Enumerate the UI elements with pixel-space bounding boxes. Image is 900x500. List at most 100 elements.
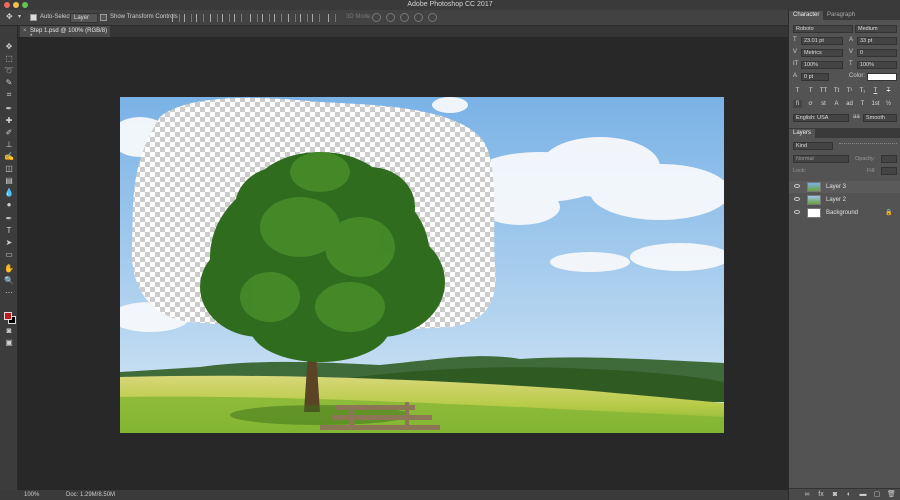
hand-tool-icon[interactable]: ✋ [4,264,14,274]
layer-row[interactable]: Layer 2 [789,194,900,206]
eye-icon[interactable] [794,197,800,201]
distribute-middle-icon[interactable] [262,14,270,22]
titling-alternates-button[interactable]: T [858,100,867,108]
align-right-icon[interactable] [234,14,242,22]
brush-tool-icon[interactable]: ✐ [4,128,14,138]
align-middle-icon[interactable] [184,14,192,22]
layer-filter-icons[interactable] [839,143,897,149]
clone-stamp-tool-icon[interactable]: ⊥ [4,140,14,150]
stylistic-alternates-button[interactable]: ad [845,100,854,108]
baseline-shift-field[interactable]: 0 pt [801,73,829,81]
tab-layers[interactable]: Layers [789,129,816,138]
language-select[interactable]: English: USA [793,114,849,122]
distribute-left-icon[interactable] [288,14,296,22]
superscript-button[interactable]: T¹ [845,87,854,95]
3d-slide-icon[interactable] [414,13,423,22]
auto-select-dropdown[interactable]: Layer [70,13,98,23]
align-left-icon[interactable] [210,14,218,22]
distribute-center-icon[interactable] [300,14,308,22]
new-group-icon[interactable]: ▬ [859,491,867,499]
kerning-field[interactable]: Metrics [801,49,843,57]
fill-field[interactable] [881,167,897,175]
font-style-select[interactable]: Medium [855,25,897,33]
swash-button[interactable]: A [832,100,841,108]
leading-field[interactable]: 33 pt [857,37,897,45]
faux-bold-button[interactable]: T [793,87,802,95]
eye-icon[interactable] [794,184,800,188]
all-caps-button[interactable]: TT [819,87,828,95]
horizontal-scale-field[interactable]: 100% [857,61,897,69]
blur-tool-icon[interactable]: 💧 [4,188,14,198]
faux-italic-button[interactable]: T [806,87,815,95]
ordinals-button[interactable]: 1st [871,100,880,108]
zoom-level[interactable]: 100% [24,492,39,498]
distribute-top-icon[interactable] [250,14,258,22]
new-layer-icon[interactable]: ▢ [873,491,881,499]
crop-tool-icon[interactable]: ⌗ [4,90,14,100]
align-bottom-icon[interactable] [196,14,204,22]
quick-select-tool-icon[interactable]: ✎ [4,78,14,88]
3d-scale-icon[interactable] [428,13,437,22]
layer-row[interactable]: Background 🔒 [789,207,900,219]
dodge-tool-icon[interactable]: ● [4,200,14,210]
underline-button[interactable]: T [871,87,880,95]
zoom-tool-icon[interactable]: 🔍 [4,276,14,286]
antialias-select[interactable]: Smooth [863,114,897,122]
auto-align-icon[interactable] [328,14,336,22]
move-tool-icon[interactable]: ✥ [4,42,14,52]
layer-mask-icon[interactable]: ◙ [831,491,839,499]
move-tool-icon[interactable]: ✥ [6,12,13,21]
strikethrough-button[interactable]: T [884,87,893,95]
close-icon[interactable]: × [23,28,27,34]
tab-paragraph[interactable]: Paragraph [823,11,859,20]
tracking-field[interactable]: 0 [857,49,897,57]
small-caps-button[interactable]: Tt [832,87,841,95]
blend-mode-select[interactable]: Normal [793,155,849,163]
type-tool-icon[interactable]: T [4,226,14,236]
trash-icon[interactable]: 🗑 [887,491,896,499]
document-image[interactable] [120,97,724,433]
font-size-field[interactable]: 23.01 pt [801,37,843,45]
layer-filter-select[interactable]: Kind [793,142,833,150]
history-brush-tool-icon[interactable]: ✍ [4,152,14,162]
font-family-select[interactable]: Roboto [793,25,853,33]
healing-brush-tool-icon[interactable]: ✚ [4,116,14,126]
adjustment-layer-icon[interactable]: ◐ [845,491,853,499]
chevron-down-icon[interactable]: ▾ [18,13,21,20]
align-center-icon[interactable] [222,14,230,22]
ligatures-button[interactable]: fi [793,100,802,108]
old-style-button[interactable]: ơ [806,100,815,108]
document-tab[interactable]: × Step 1.psd @ 100% (RGB/8) * [20,26,110,40]
marquee-tool-icon[interactable]: ⬚ [4,54,14,64]
path-select-tool-icon[interactable]: ➤ [4,238,14,248]
gradient-tool-icon[interactable]: ▤ [4,176,14,186]
vertical-scale-field[interactable]: 100% [801,61,843,69]
rectangle-tool-icon[interactable]: ▭ [4,250,14,260]
link-layers-icon[interactable]: ∞ [803,491,811,499]
align-top-icon[interactable] [172,14,180,22]
more-tools-icon[interactable]: ⋯ [4,288,14,298]
foreground-color-swatch[interactable] [4,312,12,320]
distribute-bottom-icon[interactable] [274,14,282,22]
3d-pan-icon[interactable] [400,13,409,22]
subscript-button[interactable]: T₁ [858,87,867,95]
distribute-right-icon[interactable] [312,14,320,22]
discretionary-ligatures-button[interactable]: st [819,100,828,108]
eyedropper-tool-icon[interactable]: ✒ [4,104,14,114]
auto-select-checkbox[interactable] [30,14,37,21]
opacity-field[interactable] [881,155,897,163]
layer-style-icon[interactable]: fx [817,491,825,499]
quick-mask-icon[interactable]: ◙ [4,326,14,336]
text-color-swatch[interactable] [867,73,897,81]
lasso-tool-icon[interactable]: ➰ [4,66,14,76]
layer-row[interactable]: Layer 3 [789,181,900,193]
screen-mode-icon[interactable]: ▣ [4,338,14,348]
tab-character[interactable]: Character [789,11,824,20]
3d-rotate-icon[interactable] [372,13,381,22]
3d-roll-icon[interactable] [386,13,395,22]
fractions-button[interactable]: ½ [884,100,893,108]
eye-icon[interactable] [794,210,800,214]
document-info[interactable]: Doc: 1.29M/8.50M [66,492,115,498]
pen-tool-icon[interactable]: ✒ [4,214,14,224]
canvas-area[interactable] [18,37,788,490]
